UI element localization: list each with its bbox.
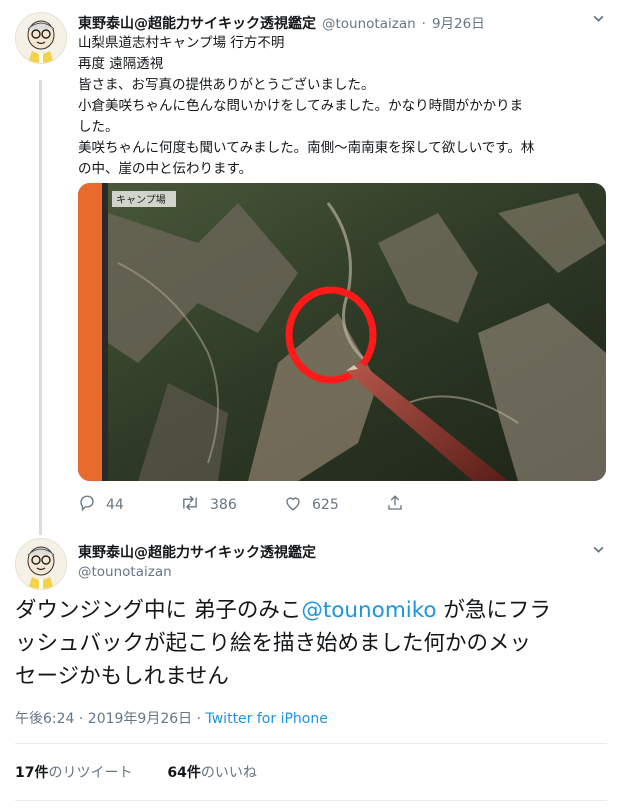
tweet-line: 山梨県道志村キャンプ場 行方不明 <box>78 35 285 51</box>
share-icon <box>386 494 404 516</box>
retweet-total: 17件 <box>15 765 49 781</box>
like-button[interactable]: 625 <box>284 494 339 516</box>
mention-link[interactable]: @tounomiko <box>301 598 436 623</box>
thread-line <box>39 80 42 535</box>
avatar[interactable] <box>15 538 67 590</box>
tweet-line: の中、崖の中と伝わります。 <box>78 161 253 177</box>
timestamp[interactable]: 午後6:24 · 2019年9月26日 <box>15 711 192 727</box>
tweet-line: 美咲ちゃんに何度も聞いてみました。南側〜南南東を探して欲しいです。林 <box>78 140 535 156</box>
retweet-button[interactable]: 386 <box>180 494 237 516</box>
author-name[interactable]: 東野泰山@超能力サイキック透視鑑定 <box>78 542 316 562</box>
tweet-text: 山梨県道志村キャンプ場 行方不明 再度 遠隔透視 皆さま、お写真の提供ありがとう… <box>78 33 534 180</box>
reply-icon <box>78 494 96 516</box>
tweet-text-segment: ダウンジング中に 弟子のみこ <box>15 598 302 623</box>
reply-button[interactable]: 44 <box>78 494 124 516</box>
tweet-line: 小倉美咲ちゃんに色んな問いかけをしてみました。かなり時間がかかりま <box>78 98 524 114</box>
author-name[interactable]: 東野泰山@超能力サイキック透視鑑定 <box>78 13 316 33</box>
tweet-photo[interactable]: キャンプ場 <box>78 183 606 481</box>
retweet-count: 386 <box>210 497 237 513</box>
share-button[interactable] <box>386 494 404 516</box>
engagement-stats: 17件のリツイート 64件のいいね <box>15 762 257 782</box>
like-label: のいいね <box>200 765 257 781</box>
author-handle[interactable]: @tounotaizan <box>322 16 416 32</box>
tweet-meta: 午後6:24 · 2019年9月26日 · Twitter for iPhone <box>15 708 328 728</box>
meta-separator: · <box>192 711 206 727</box>
source-link[interactable]: Twitter for iPhone <box>206 711 328 727</box>
retweet-icon <box>180 494 200 516</box>
tweet-line: セージかもしれません <box>15 664 229 689</box>
dot-separator: · <box>421 16 426 32</box>
tweet-main-text: ダウンジング中に 弟子のみこ@tounomiko が急にフラ ッシュバックが起こ… <box>15 594 610 693</box>
chevron-down-icon[interactable] <box>592 543 605 560</box>
chevron-down-icon[interactable] <box>592 12 605 29</box>
retweets-stat[interactable]: 17件のリツイート <box>15 765 132 781</box>
likes-stat[interactable]: 64件のいいね <box>167 765 256 781</box>
reply-count: 44 <box>106 497 124 513</box>
author-handle[interactable]: @tounotaizan <box>78 564 172 580</box>
like-total: 64件 <box>167 765 201 781</box>
avatar[interactable] <box>15 12 67 64</box>
tweet-text-segment: が急にフラ <box>436 598 551 623</box>
divider <box>15 800 607 801</box>
tweet-line: した。 <box>78 119 119 135</box>
divider <box>15 743 607 744</box>
tweet-line: 皆さま、お写真の提供ありがとうございました。 <box>78 77 375 93</box>
like-icon <box>284 494 302 516</box>
retweet-label: のリツイート <box>48 765 133 781</box>
tweet-line: ッシュバックが起こり絵を描き始めました何かのメッ <box>15 631 532 656</box>
tweet-line: 再度 遠隔透視 <box>78 56 164 72</box>
like-count: 625 <box>312 497 339 513</box>
tweet-date[interactable]: 9月26日 <box>432 12 485 32</box>
map-label: キャンプ場 <box>116 193 166 206</box>
